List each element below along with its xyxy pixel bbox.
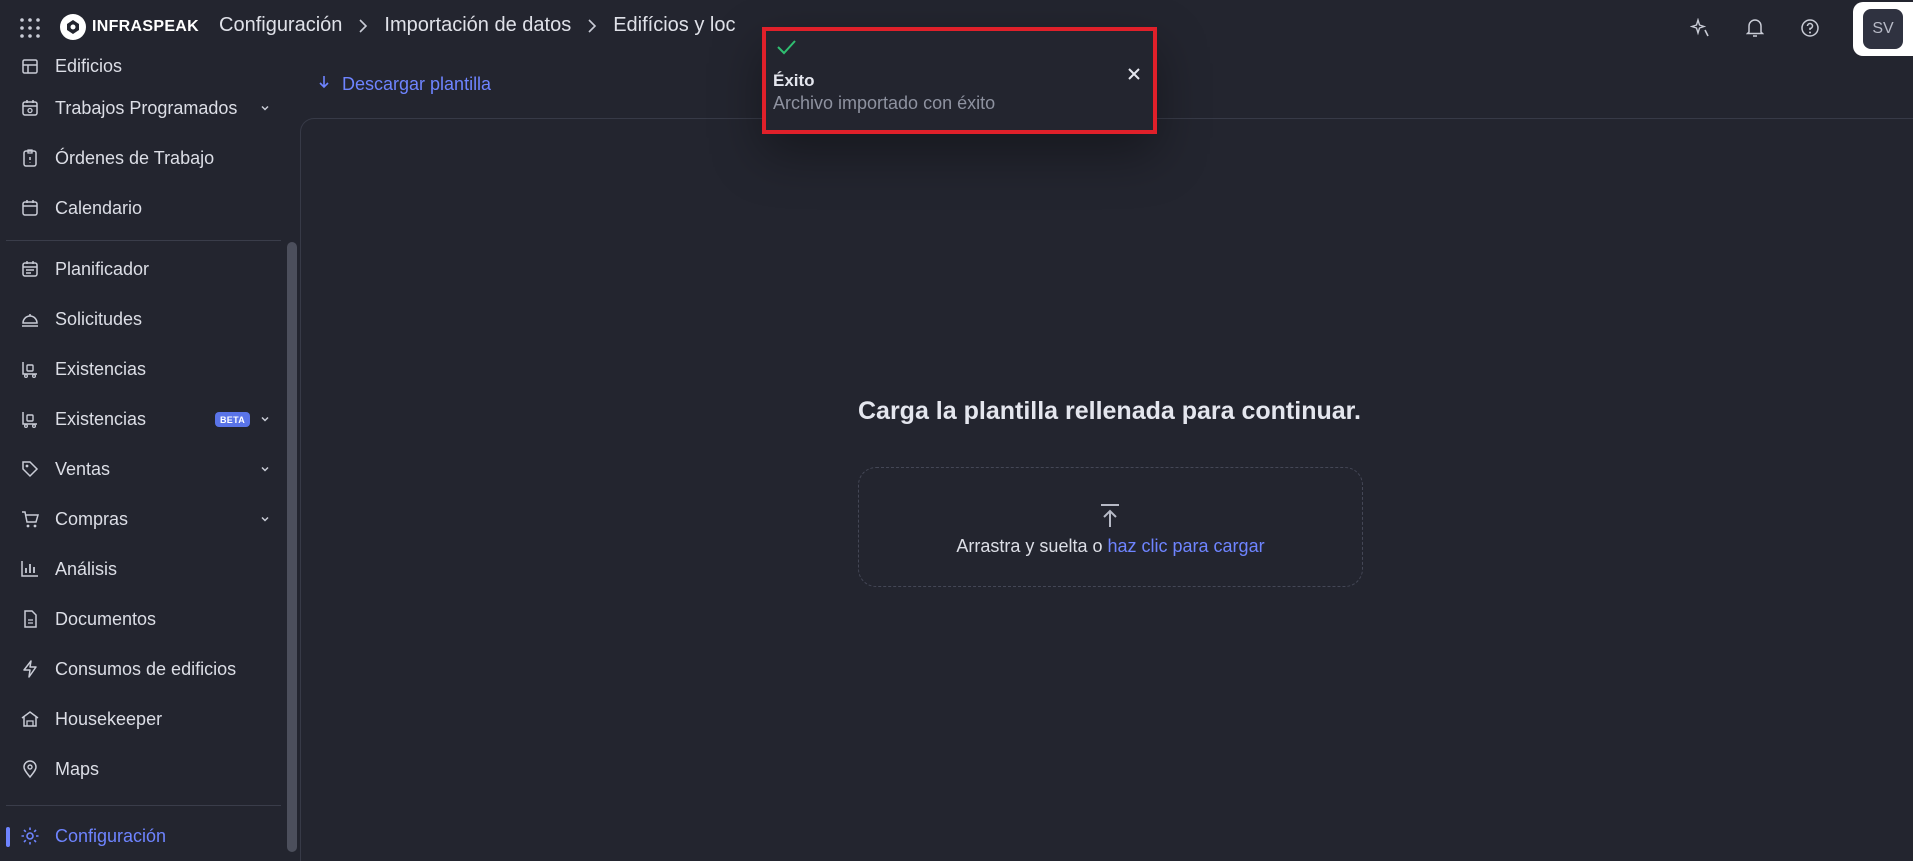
breadcrumb-item-configuracion[interactable]: Configuración: [219, 14, 342, 37]
sidebar-item-maps[interactable]: Maps: [0, 749, 280, 789]
tag-icon: [20, 459, 40, 479]
sidebar-item-consumos-de-edificios[interactable]: Consumos de edificios: [0, 649, 280, 689]
sidebar-item-trabajos-programados[interactable]: Trabajos Programados: [0, 88, 280, 128]
beta-badge: BETA: [215, 412, 251, 427]
stock-icon: [20, 359, 40, 379]
chevron-right-icon: [585, 18, 599, 33]
sidebar-item-documentos[interactable]: Documentos: [0, 599, 280, 639]
check-icon: [775, 36, 797, 58]
clipboard-icon: [20, 148, 40, 168]
arrow-down-icon: [318, 74, 330, 95]
sidebar-divider: [6, 240, 281, 241]
sidebar-item-calendario[interactable]: Calendario: [0, 188, 280, 228]
apps-grid-icon[interactable]: [18, 16, 42, 40]
active-indicator: [6, 827, 10, 847]
download-template-link[interactable]: Descargar plantilla: [318, 74, 491, 95]
planner-icon: [20, 259, 40, 279]
sidebar-item-solicitudes[interactable]: Solicitudes: [0, 299, 280, 339]
success-toast: Éxito Archivo importado con éxito: [762, 27, 1157, 134]
upload-title: Carga la plantilla rellenada para contin…: [858, 397, 1361, 425]
breadcrumb: Configuración Importación de datos Edifí…: [219, 14, 735, 37]
chevron-down-icon[interactable]: [258, 462, 272, 476]
sidebar-item-ventas[interactable]: Ventas: [0, 449, 280, 489]
bolt-icon: [20, 659, 40, 679]
bell-service-icon: [20, 309, 40, 329]
sidebar-divider: [6, 805, 281, 806]
sidebar: Edificios Trabajos Programados Órdenes d…: [0, 56, 290, 861]
close-icon[interactable]: [1125, 65, 1143, 83]
bell-icon[interactable]: [1743, 16, 1767, 40]
map-pin-icon: [20, 759, 40, 779]
calendar-icon: [20, 198, 40, 218]
cart-icon: [20, 509, 40, 529]
sidebar-item-planificador[interactable]: Planificador: [0, 249, 280, 289]
bar-chart-icon: [20, 559, 40, 579]
infraspeak-logo-icon: [60, 14, 86, 40]
chevron-right-icon: [356, 18, 370, 33]
chevron-down-icon[interactable]: [258, 512, 272, 526]
sidebar-item-compras[interactable]: Compras: [0, 499, 280, 539]
help-icon[interactable]: [1798, 16, 1822, 40]
breadcrumb-item-current: Edifícios y loc: [613, 14, 736, 36]
top-actions: SV: [1688, 0, 1913, 56]
sidebar-scrollbar[interactable]: [287, 242, 297, 852]
sidebar-item-edificios[interactable]: Edificios: [0, 46, 280, 86]
brand-name: INFRASPEAK: [92, 18, 200, 35]
calendar-clock-icon: [20, 98, 40, 118]
document-icon: [20, 609, 40, 629]
dropzone-text: Arrastra y suelta o haz clic para cargar: [956, 536, 1265, 556]
chevron-down-icon[interactable]: [258, 101, 272, 115]
sidebar-item-housekeeper[interactable]: Housekeeper: [0, 699, 280, 739]
sparkle-ai-icon[interactable]: [1688, 16, 1712, 40]
building-icon: [20, 56, 40, 76]
sidebar-item-existencias[interactable]: Existencias: [0, 349, 280, 389]
sidebar-item-existencias-beta[interactable]: Existencias BETA: [0, 399, 280, 439]
chevron-down-icon[interactable]: [258, 412, 272, 426]
sidebar-item-configuracion[interactable]: Configuración: [0, 816, 280, 856]
gear-icon: [20, 826, 40, 846]
sidebar-item-ordenes-de-trabajo[interactable]: Órdenes de Trabajo: [0, 138, 280, 178]
sidebar-item-analisis[interactable]: Análisis: [0, 549, 280, 589]
stock-icon: [20, 409, 40, 429]
toast-message: Archivo importado con éxito: [773, 93, 996, 113]
breadcrumb-item-importacion[interactable]: Importación de datos: [384, 14, 571, 37]
housekeeper-icon: [20, 709, 40, 729]
upload-icon: [1099, 503, 1121, 529]
avatar: SV: [1863, 9, 1903, 49]
brand-logo[interactable]: INFRASPEAK: [60, 14, 199, 40]
click-to-upload-link[interactable]: haz clic para cargar: [1108, 536, 1265, 556]
toast-title: Éxito: [773, 71, 815, 90]
user-menu[interactable]: SV: [1853, 2, 1913, 56]
